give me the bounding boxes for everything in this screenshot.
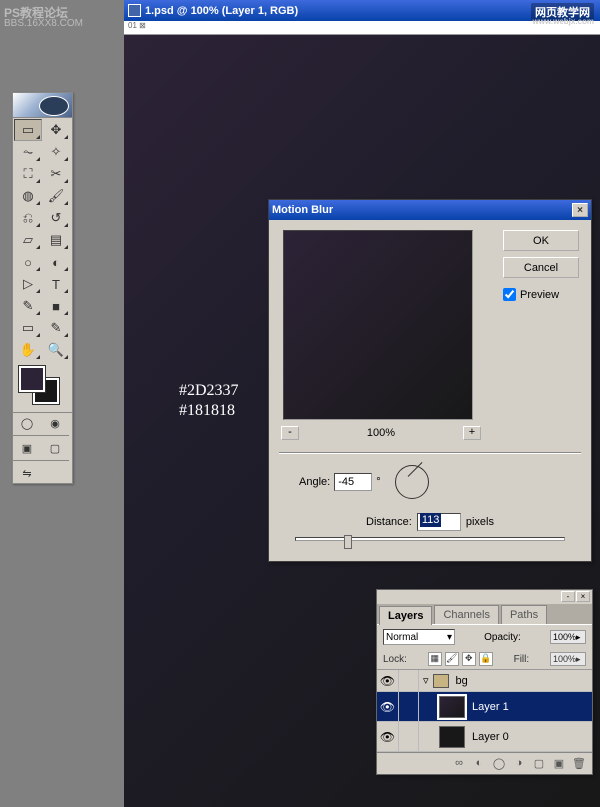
layer-layer1[interactable]: 👁 Layer 1 [377,692,592,722]
distance-slider[interactable] [295,537,565,541]
pixels-label: pixels [466,516,494,528]
distance-label: Distance: [366,516,412,528]
opacity-input[interactable]: 100% ▸ [550,630,586,644]
layer-thumbnail [439,726,465,748]
distance-input[interactable]: 113 [417,513,461,531]
motion-blur-dialog: Motion Blur × OK Cancel Preview - 100% +… [268,199,592,562]
tool-blur[interactable]: ○ [14,251,42,273]
panel-minimize[interactable]: - [561,591,575,602]
panel-close[interactable]: × [576,591,590,602]
adjustment-icon[interactable]: ◑ [510,756,528,772]
foreground-swatch[interactable] [19,366,45,392]
tool-eraser[interactable]: ▱ [14,229,42,251]
ok-button[interactable]: OK [503,230,579,251]
tool-pen[interactable]: ✎ [14,295,42,317]
tool-crop[interactable]: ⛶ [14,163,42,185]
tool-slice[interactable]: ✂ [42,163,70,185]
tool-shape[interactable]: ■ [42,295,70,317]
visibility-icon[interactable]: 👁 [377,722,399,752]
new-folder-icon[interactable]: ▢ [530,756,548,772]
preview-zoom: 100% [367,427,395,439]
site-watermark-url: www.webjx.com [533,17,595,26]
lock-move-icon[interactable]: ✥ [462,652,476,666]
angle-label: Angle: [299,476,330,488]
tool-lasso[interactable]: ⏦ [14,141,42,163]
tool-notes[interactable]: ▭ [14,317,42,339]
lock-transparent-icon[interactable]: ▦ [428,652,442,666]
tutorial-watermark: PS教程论坛 [4,4,68,21]
layer-layer0[interactable]: 👁 Layer 0 [377,722,592,752]
layer-thumbnail [439,696,465,718]
horizontal-ruler[interactable]: 01 ⊠ [124,21,600,35]
lock-label: Lock: [383,654,407,665]
degree-symbol: ° [376,476,380,488]
lock-brush-icon[interactable]: 🖌 [445,652,459,666]
tab-channels[interactable]: Channels [434,605,498,624]
lock-all-icon[interactable]: 🔒 [479,652,493,666]
tool-wand[interactable]: ✧ [42,141,70,163]
cancel-button[interactable]: Cancel [503,257,579,278]
dialog-title-bar[interactable]: Motion Blur × [269,200,591,220]
tool-history[interactable]: ↺ [42,207,70,229]
close-icon[interactable]: × [572,203,588,217]
fill-input[interactable]: 100% ▸ [550,652,586,666]
tool-type[interactable]: T [42,273,70,295]
preview-checkbox[interactable]: Preview [503,288,579,301]
tool-dodge[interactable]: ◐ [42,251,70,273]
tool-hand[interactable]: ✋ [14,339,42,361]
quickmask-on[interactable]: ◉ [41,413,69,433]
opacity-label: Opacity: [484,632,521,643]
screen-standard[interactable]: ▣ [13,438,41,458]
mask-icon[interactable]: ◯ [490,756,508,772]
screen-full-menu[interactable]: ▢ [41,438,69,458]
tool-zoom[interactable]: 🔍 [42,339,70,361]
visibility-icon[interactable]: 👁 [377,692,399,722]
tool-gradient[interactable]: ▤ [42,229,70,251]
tool-heal[interactable]: ◍ [14,185,42,207]
tool-move[interactable]: ✥ [42,119,70,141]
angle-dial[interactable] [395,465,429,499]
tool-stamp[interactable]: ⎌ [14,207,42,229]
link-layers-icon[interactable]: ∞ [450,756,468,772]
toolbox-header[interactable] [13,93,72,118]
layers-panel: - × Layers Channels Paths Normal▾ Opacit… [376,589,593,775]
document-icon [128,4,141,17]
document-title: 1.psd @ 100% (Layer 1, RGB) [145,5,298,17]
tab-layers[interactable]: Layers [379,606,432,625]
tool-brush[interactable]: 🖌 [42,185,70,207]
color-annotation: #2D2337 #181818 [179,382,239,422]
slider-thumb[interactable] [344,535,352,549]
layer-group-bg[interactable]: 👁 ▿ bg [377,670,592,692]
tool-eyedrop[interactable]: ✎ [42,317,70,339]
toolbox: ▭✥⏦✧⛶✂◍🖌⎌↺▱▤○◐▷T✎■▭✎✋🔍 ◯ ◉ ▣ ▢ ⇋ [12,92,73,484]
tool-rect-marquee[interactable]: ▭ [14,119,42,141]
jump-imageready[interactable]: ⇋ [13,463,41,483]
trash-icon[interactable]: 🗑 [570,756,588,772]
tab-paths[interactable]: Paths [501,605,547,624]
tool-path-sel[interactable]: ▷ [14,273,42,295]
angle-input[interactable] [334,473,372,491]
dialog-title: Motion Blur [272,204,333,216]
zoom-out-button[interactable]: - [281,426,299,440]
fill-label: Fill: [514,654,530,665]
zoom-in-button[interactable]: + [463,426,481,440]
fx-icon[interactable]: ◐ [470,756,488,772]
blend-mode-select[interactable]: Normal▾ [383,629,455,645]
preview-check-input[interactable] [503,288,516,301]
filter-preview[interactable] [283,230,473,420]
folder-icon [433,674,449,688]
document-title-bar[interactable]: 1.psd @ 100% (Layer 1, RGB) 网页教学网 www.we… [124,0,600,21]
color-swatches [13,362,72,410]
new-layer-icon[interactable]: ▣ [550,756,568,772]
quickmask-off[interactable]: ◯ [13,413,41,433]
